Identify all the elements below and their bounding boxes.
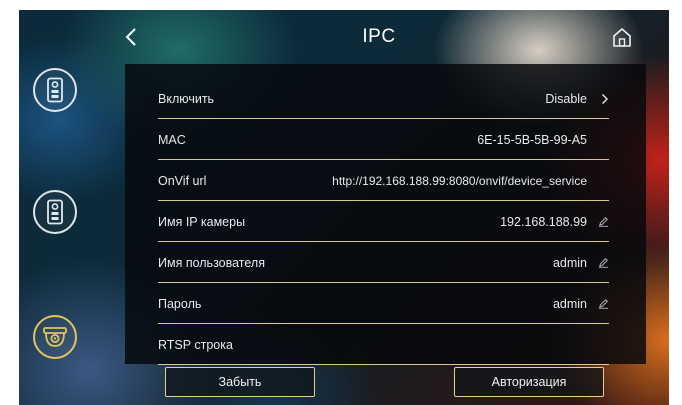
- sidebar-item-door-station-2[interactable]: [33, 190, 77, 234]
- mac-value: 6E-15-5B-5B-99-A5: [477, 132, 587, 147]
- settings-row-mac: MAC 6E-15-5B-5B-99-A5: [158, 120, 609, 160]
- screen: IPC Включить Disable MAC 6E-15-5B-5B-99-…: [19, 10, 669, 405]
- edit-icon[interactable]: [598, 298, 609, 309]
- chevron-left-icon: [125, 28, 136, 46]
- username-value: admin: [552, 255, 587, 270]
- back-button[interactable]: [117, 23, 145, 51]
- settings-row-username[interactable]: Имя пользователя admin: [158, 243, 609, 283]
- authorize-button[interactable]: Авторизация: [454, 367, 604, 397]
- settings-label: Пароль: [158, 296, 202, 311]
- settings-row-enable[interactable]: Включить Disable: [158, 79, 609, 119]
- edit-icon[interactable]: [598, 257, 609, 268]
- sidebar-item-door-station-1[interactable]: [33, 68, 77, 112]
- settings-label: Имя IP камеры: [158, 214, 246, 229]
- settings-row-onvif-url: OnVif url http://192.168.188.99:8080/onv…: [158, 161, 609, 201]
- camera-icon: [43, 327, 67, 347]
- settings-label: RTSP строка: [158, 337, 233, 352]
- home-button[interactable]: [609, 24, 635, 50]
- chevron-right-icon: [602, 93, 608, 104]
- password-value: admin: [552, 296, 587, 311]
- settings-label: OnVif url: [158, 173, 207, 188]
- settings-label: Включить: [158, 91, 215, 106]
- door-station-icon: [47, 199, 63, 225]
- settings-label: Имя пользователя: [158, 255, 265, 270]
- onvif-url-value: http://192.168.188.99:8080/onvif/device_…: [332, 173, 587, 188]
- settings-panel: Включить Disable MAC 6E-15-5B-5B-99-A5 O…: [125, 64, 646, 365]
- home-icon: [613, 28, 631, 47]
- edit-icon[interactable]: [598, 216, 609, 227]
- device-frame: IPC Включить Disable MAC 6E-15-5B-5B-99-…: [0, 0, 682, 405]
- settings-label: MAC: [158, 132, 186, 147]
- page-title: IPC: [362, 26, 396, 47]
- camera-name-value: 192.168.188.99: [500, 214, 587, 229]
- door-station-icon: [47, 77, 63, 103]
- settings-row-camera-name[interactable]: Имя IP камеры 192.168.188.99: [158, 202, 609, 242]
- sidebar-item-camera[interactable]: [33, 315, 77, 359]
- settings-row-rtsp[interactable]: RTSP строка: [158, 325, 609, 365]
- forget-button[interactable]: Забыть: [165, 367, 315, 397]
- enable-value: Disable: [545, 91, 587, 106]
- settings-row-password[interactable]: Пароль admin: [158, 284, 609, 324]
